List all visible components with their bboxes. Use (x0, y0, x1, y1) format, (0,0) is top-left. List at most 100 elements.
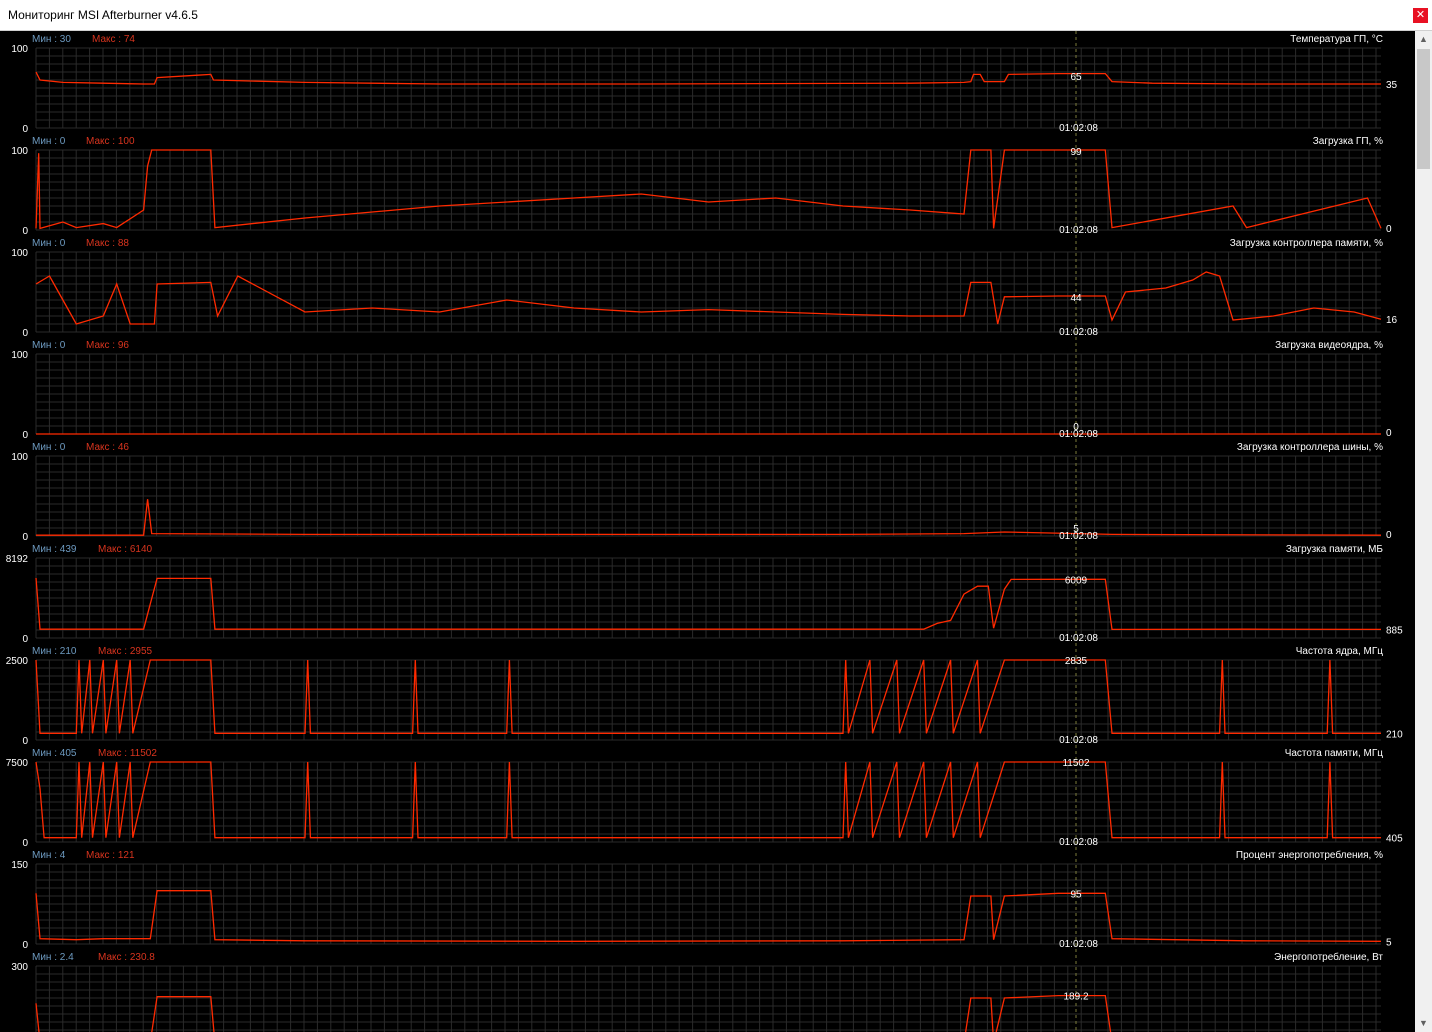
graph-panel: Мин : 2.4 Макс : 230.8 Энергопотребление, … (11, 949, 1383, 1032)
graph-min-label: Мин : 4 (32, 850, 66, 861)
graph-cursor-time: 01:02:08 (1059, 633, 1098, 644)
graph-series-line (35, 659, 1381, 734)
graph-min-label: Мин : 210 (32, 646, 77, 657)
graph-series-line (35, 71, 1381, 85)
graph-ymin-label: 0 (22, 532, 28, 543)
graph-current-value: 35 (1386, 80, 1398, 91)
graph-title: Температура ГП, °C (1290, 34, 1383, 45)
graph-cursor-time: 01:02:08 (1059, 735, 1098, 746)
graph-cursor-value: 95 (1070, 889, 1082, 900)
graph-grid (35, 455, 1381, 537)
graph-panel: Мин : 0 Макс : 88 Загрузка контроллера пам… (11, 235, 1398, 339)
graph-ymax-label: 100 (11, 452, 28, 463)
graph-cursor-value: 2835 (1065, 656, 1088, 667)
graph-ymax-label: 150 (11, 860, 28, 871)
graph-title: Частота ядра, МГц (1296, 646, 1384, 657)
window-title: Мониторинг MSI Afterburner v4.6.5 (8, 8, 198, 22)
graph-grid (35, 965, 1381, 1032)
graph-cursor-value: 99 (1070, 147, 1082, 158)
graph-cursor-value: 65 (1070, 72, 1082, 83)
graph-grid (35, 149, 1381, 231)
graph-min-label: Мин : 0 (32, 238, 66, 249)
graph-ymin-label: 0 (22, 838, 28, 849)
graph-series-line (35, 890, 1382, 942)
scroll-up-arrow-icon[interactable]: ▲ (1415, 31, 1432, 48)
graph-ymax-label: 8192 (6, 554, 29, 565)
graph-ymin-label: 0 (22, 226, 28, 237)
graph-max-label: Макс : 230.8 (98, 952, 155, 963)
graph-cursor-value: 6009 (1065, 575, 1088, 586)
graph-min-label: Мин : 405 (32, 748, 77, 759)
graph-cursor-value: 0 (1073, 422, 1079, 433)
graph-cursor-time: 01:02:08 (1059, 123, 1098, 134)
graph-panel: Мин : 30 Макс : 74 Температура ГП, °C 100 0 0… (11, 31, 1398, 135)
graph-min-label: Мин : 30 (32, 34, 71, 45)
graph-title: Загрузка ГП, % (1313, 136, 1383, 147)
graph-ymax-label: 100 (11, 146, 28, 157)
graph-current-value: 5 (1386, 937, 1392, 948)
graph-title: Процент энергопотребления, % (1236, 849, 1383, 861)
graph-current-value: 16 (1386, 315, 1398, 326)
graph-cursor-value: 44 (1070, 293, 1082, 304)
graph-max-label: Макс : 74 (92, 34, 135, 45)
graph-panel: Мин : 4 Макс : 121 Процент энергопотреблен… (11, 847, 1392, 951)
graph-cursor-value: 5 (1073, 524, 1079, 535)
graph-ymax-label: 100 (11, 248, 28, 259)
graph-title: Загрузка контроллера шины, % (1237, 442, 1383, 453)
graph-cursor-time: 01:02:08 (1059, 225, 1098, 236)
graph-panel: Мин : 405 Макс : 11502 Частота памяти, МГц… (6, 745, 1403, 849)
graph-ymax-label: 2500 (6, 656, 29, 667)
graph-ymin-label: 0 (22, 328, 28, 339)
graph-max-label: Макс : 46 (86, 442, 129, 453)
graph-grid (35, 761, 1381, 843)
graph-ymin-label: 0 (22, 940, 28, 951)
graph-cursor-value: 11502 (1062, 758, 1090, 769)
graph-min-label: Мин : 0 (32, 442, 66, 453)
graph-grid (35, 863, 1381, 945)
graph-ymin-label: 0 (22, 736, 28, 747)
graph-grid (35, 659, 1381, 741)
graph-title: Частота памяти, МГц (1285, 748, 1384, 759)
graph-ymax-label: 7500 (6, 758, 29, 769)
graph-min-label: Мин : 0 (32, 136, 66, 147)
graph-max-label: Макс : 11502 (98, 748, 157, 759)
graph-ymax-label: 100 (11, 350, 28, 361)
scrollbar-thumb[interactable] (1417, 49, 1430, 169)
graph-max-label: Макс : 96 (86, 340, 129, 351)
vertical-scrollbar[interactable]: ▲ ▼ (1415, 31, 1432, 1032)
graph-series-line (36, 499, 1382, 536)
graph-current-value: 885 (1386, 625, 1403, 636)
graph-panel: Мин : 0 Макс : 96 Загрузка видеоядра, % 100… (11, 337, 1392, 441)
graph-panel: Мин : 210 Макс : 2955 Частота ядра, МГц 250… (6, 643, 1403, 747)
graph-current-value: 0 (1386, 224, 1392, 235)
graph-min-label: Мин : 439 (32, 544, 77, 555)
graph-panel: Мин : 0 Макс : 100 Загрузка ГП, % 100 0 01:02… (11, 133, 1392, 237)
close-button[interactable]: ✕ (1413, 8, 1428, 23)
graph-ymin-label: 0 (22, 634, 28, 645)
graph-title: Загрузка видеоядра, % (1275, 340, 1383, 351)
graph-panel: Мин : 0 Макс : 46 Загрузка контроллера шин… (11, 439, 1392, 543)
graph-max-label: Макс : 100 (86, 136, 135, 147)
graph-title: Энергопотребление, Вт (1274, 951, 1383, 963)
graph-cursor-time: 01:02:08 (1059, 327, 1098, 338)
scroll-down-arrow-icon[interactable]: ▼ (1415, 1015, 1432, 1032)
graph-grid (35, 47, 1381, 129)
monitoring-graphs: Мин : 30 Макс : 74 Температура ГП, °C 100 0 0… (6, 31, 1403, 1032)
graph-current-value: 210 (1386, 729, 1403, 740)
title-bar: Мониторинг MSI Afterburner v4.6.5 ✕ (0, 0, 1432, 31)
graph-current-value: 0 (1386, 530, 1392, 541)
graph-max-label: Макс : 2955 (98, 646, 153, 657)
graph-ymin-label: 0 (22, 430, 28, 441)
graph-min-label: Мин : 2.4 (32, 952, 74, 963)
graph-title: Загрузка контроллера памяти, % (1230, 238, 1383, 249)
graph-title: Загрузка памяти, МБ (1286, 544, 1384, 555)
graph-max-label: Макс : 6140 (98, 544, 153, 555)
graph-max-label: Макс : 121 (86, 850, 135, 861)
graph-ymax-label: 100 (11, 44, 28, 55)
graph-ymin-label: 0 (22, 124, 28, 135)
graph-max-label: Макс : 88 (86, 238, 129, 249)
graph-current-value: 405 (1386, 834, 1403, 845)
graph-cursor-time: 01:02:08 (1059, 939, 1098, 950)
graph-series-line (35, 149, 1382, 230)
graph-panel: Мин : 439 Макс : 6140 Загрузка памяти, МБ 8… (6, 541, 1403, 645)
